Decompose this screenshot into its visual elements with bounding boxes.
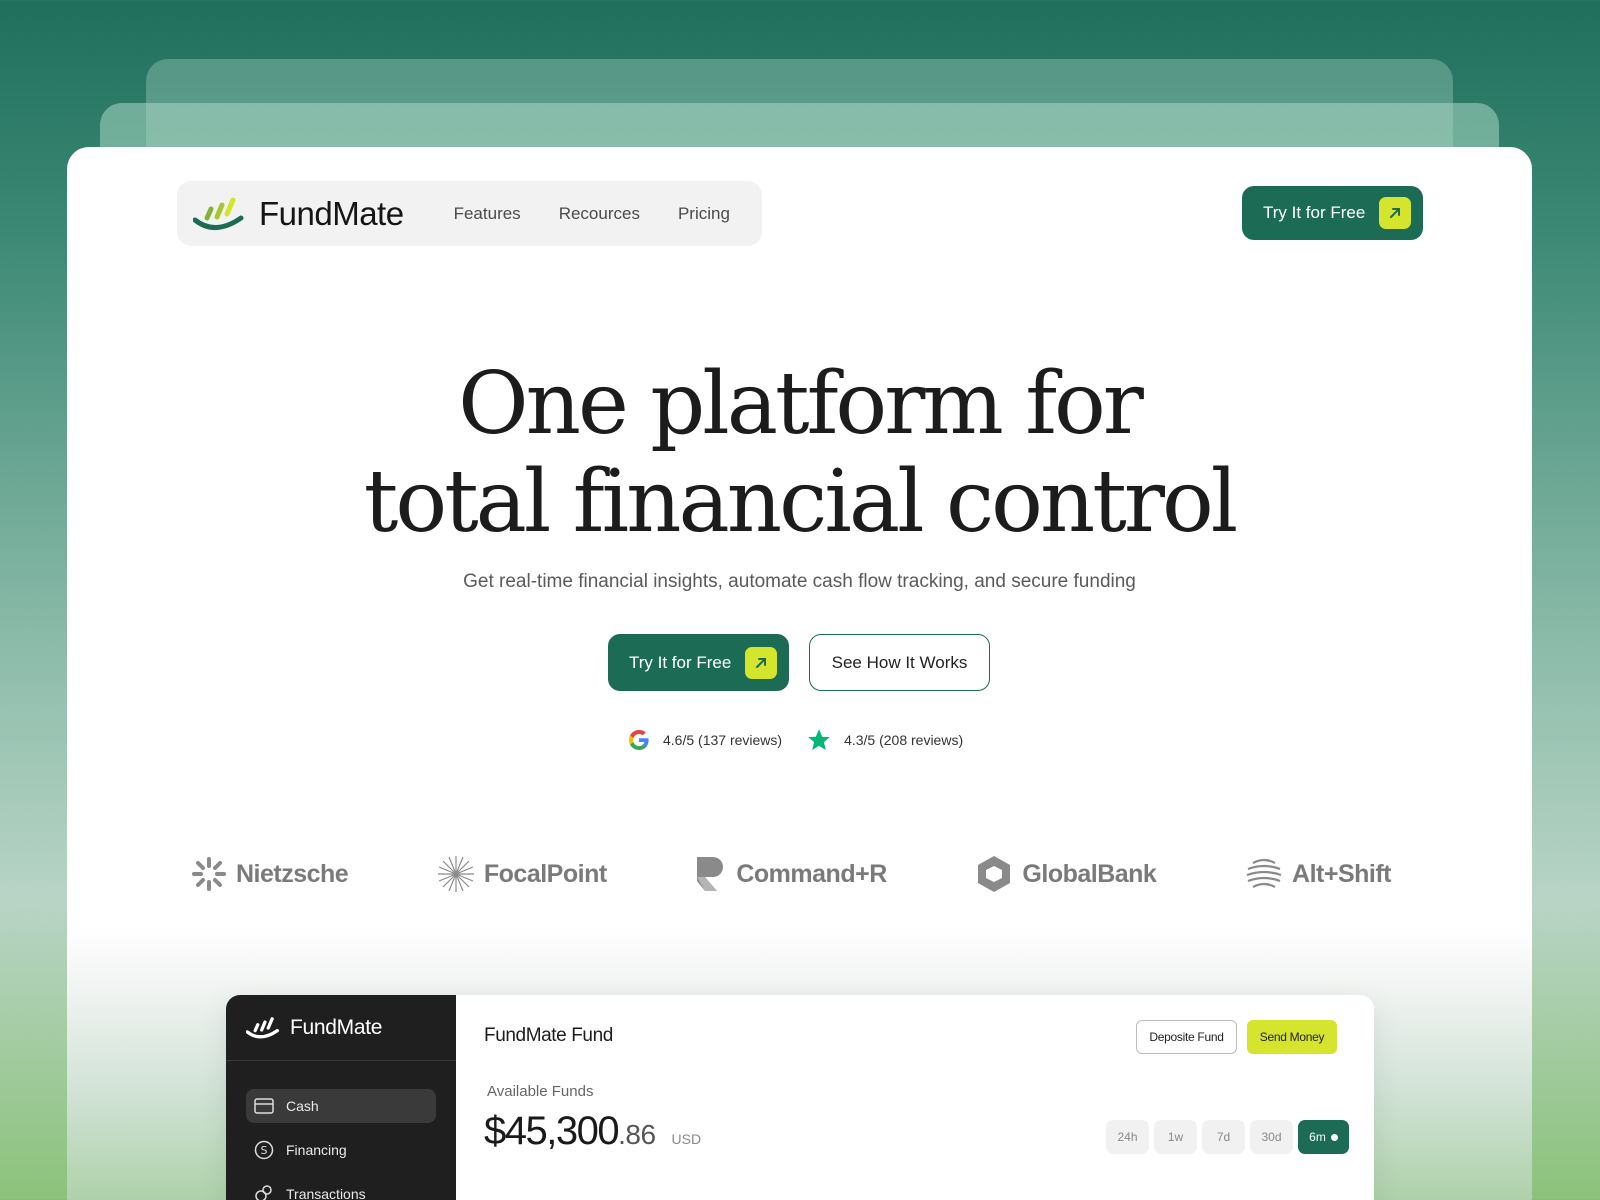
hero-title-line-1: One platform for — [458, 354, 1144, 454]
trustpilot-review: 4.3/5 (208 reviews) — [806, 727, 963, 753]
landing-page-card: FundMate Features Recources Pricing Try … — [67, 147, 1532, 1200]
nav-link-resources[interactable]: Recources — [559, 204, 640, 224]
partner-focalpoint-name: FocalPoint — [483, 859, 607, 888]
dashboard-logo-text: FundMate — [290, 1015, 383, 1039]
range-6m[interactable]: 6m — [1298, 1120, 1349, 1154]
sidebar-item-transactions-label: Transactions — [286, 1186, 366, 1200]
partner-focalpoint: FocalPoint — [437, 855, 607, 893]
nav-link-features[interactable]: Features — [454, 204, 521, 224]
deposit-fund-button[interactable]: Deposite Fund — [1136, 1020, 1237, 1054]
hero-try-free-button[interactable]: Try It for Free — [608, 634, 789, 691]
partner-commandr: Command+R — [695, 855, 887, 893]
fundmate-logo-icon — [193, 197, 244, 230]
top-nav: FundMate Features Recources Pricing — [177, 181, 762, 246]
dashboard-preview: FundMate Cash S Financing Transactions F… — [226, 995, 1374, 1200]
range-24h[interactable]: 24h — [1106, 1120, 1149, 1154]
nav-links: Features Recources Pricing — [454, 204, 768, 224]
funds-cents: .86 — [618, 1119, 656, 1150]
r-shape-icon — [697, 857, 724, 891]
nav-try-free-button[interactable]: Try It for Free — [1242, 186, 1423, 240]
google-icon — [629, 730, 649, 750]
sidebar-item-cash-label: Cash — [286, 1098, 319, 1114]
sidebar-item-financing-label: Financing — [286, 1142, 347, 1158]
partner-globalbank: GlobalBank — [975, 855, 1157, 893]
nav-try-free-label: Try It for Free — [1263, 203, 1366, 222]
logo-text: FundMate — [259, 194, 404, 232]
google-review: 4.6/5 (137 reviews) — [627, 728, 782, 752]
svg-text:S: S — [261, 1144, 268, 1157]
wave-sphere-icon — [1246, 858, 1282, 888]
dashboard-title: FundMate Fund — [484, 1025, 613, 1046]
range-1w[interactable]: 1w — [1154, 1120, 1197, 1154]
arrow-up-right-icon — [745, 646, 777, 679]
logo[interactable]: FundMate — [193, 195, 404, 233]
wallet-icon — [254, 1098, 274, 1114]
nav-link-pricing[interactable]: Pricing — [678, 204, 730, 224]
sidebar-item-financing[interactable]: S Financing — [246, 1133, 436, 1167]
range-30d[interactable]: 30d — [1250, 1120, 1293, 1154]
see-how-it-works-button[interactable]: See How It Works — [809, 634, 990, 691]
partner-altshift: Alt+Shift — [1245, 855, 1391, 893]
dashboard-menu: Cash S Financing Transactions — [226, 1061, 456, 1200]
partner-altshift-name: Alt+Shift — [1292, 859, 1391, 888]
partner-nietzsche-name: Nietzsche — [236, 859, 349, 888]
active-dot-icon — [1330, 1133, 1338, 1141]
funds-currency: USD — [671, 1131, 702, 1147]
available-funds-label: Available Funds — [487, 1083, 594, 1100]
partner-commandr-name: Command+R — [736, 859, 887, 888]
partner-nietzsche: Nietzsche — [191, 856, 349, 892]
arrow-up-right-icon — [1379, 197, 1411, 229]
sidebar-item-cash[interactable]: Cash — [246, 1089, 436, 1123]
google-review-text: 4.6/5 (137 reviews) — [663, 732, 783, 748]
star-icon — [808, 729, 830, 750]
trustpilot-review-text: 4.3/5 (208 reviews) — [844, 732, 964, 748]
available-funds-value: $45,300 .86 USD — [484, 1109, 701, 1154]
octagon-icon — [978, 856, 1011, 892]
transactions-icon — [255, 1185, 272, 1200]
sunburst-icon — [192, 857, 226, 891]
hero-try-free-label: Try It for Free — [629, 652, 732, 672]
reviews-row: 4.6/5 (137 reviews) 4.3/5 (208 reviews) — [627, 727, 987, 753]
range-6m-label: 6m — [1309, 1130, 1326, 1144]
partner-globalbank-name: GlobalBank — [1022, 859, 1157, 888]
dashboard-sidebar: FundMate Cash S Financing Transactions — [226, 995, 456, 1200]
range-7d[interactable]: 7d — [1202, 1120, 1245, 1154]
funds-amount: $45,300 — [484, 1109, 620, 1153]
time-range-selector: 24h 1w 7d 30d 6m — [1106, 1120, 1354, 1154]
dollar-circle-icon: S — [254, 1140, 274, 1160]
dashboard-logo[interactable]: FundMate — [226, 995, 456, 1061]
fundmate-logo-icon — [246, 1016, 280, 1038]
radial-lines-icon — [437, 856, 474, 892]
hero-title: One platform for total financial control — [67, 355, 1532, 551]
send-money-button[interactable]: Send Money — [1247, 1020, 1337, 1054]
hero-title-line-2: total financial control — [363, 452, 1238, 552]
partner-logos: Nietzsche FocalPoint Command+R GlobalBan… — [191, 855, 1391, 893]
hero-subtitle: Get real-time financial insights, automa… — [463, 571, 1136, 592]
dashboard-main: FundMate Fund Deposite Fund Send Money A… — [456, 995, 1374, 1200]
sidebar-item-transactions[interactable]: Transactions — [246, 1177, 436, 1200]
